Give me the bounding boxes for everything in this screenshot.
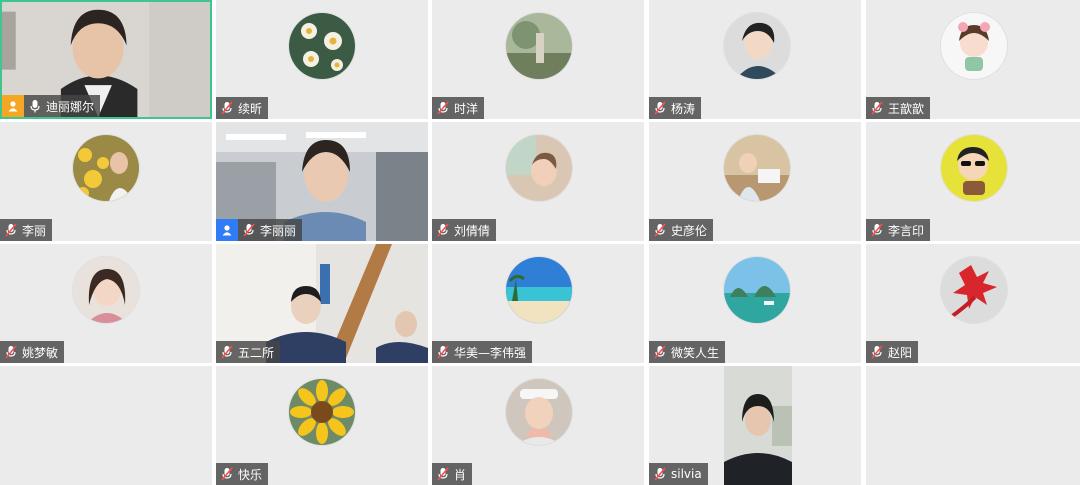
participant-tile[interactable]: 时洋 bbox=[432, 0, 644, 119]
participant-tile[interactable]: silvia bbox=[649, 366, 861, 485]
name-bar: 刘倩倩 bbox=[432, 219, 497, 241]
participant-avatar bbox=[941, 13, 1007, 79]
participant-avatar bbox=[506, 379, 572, 445]
participant-tile[interactable]: 杨涛 bbox=[649, 0, 861, 119]
participant-name: 迪丽娜尔 bbox=[46, 99, 95, 114]
participant-name: 刘倩倩 bbox=[454, 223, 491, 238]
participant-avatar bbox=[724, 257, 790, 323]
mic-muted-icon[interactable] bbox=[870, 345, 884, 359]
participant-avatar bbox=[289, 13, 355, 79]
name-bar: 王歆歆 bbox=[866, 97, 931, 119]
empty-tile bbox=[866, 366, 1080, 485]
mic-muted-icon[interactable] bbox=[436, 467, 450, 481]
name-bar: 史彦伦 bbox=[649, 219, 714, 241]
name-bar: 李言印 bbox=[866, 219, 931, 241]
participant-name: 微笑人生 bbox=[671, 345, 720, 360]
participant-avatar bbox=[289, 379, 355, 445]
name-bar: 李丽 bbox=[0, 219, 53, 241]
participant-tile[interactable]: 续昕 bbox=[216, 0, 428, 119]
mic-muted-icon[interactable] bbox=[653, 345, 667, 359]
participant-tile[interactable]: 微笑人生 bbox=[649, 244, 861, 363]
participant-name: 李丽 bbox=[22, 223, 47, 238]
mic-muted-icon[interactable] bbox=[436, 101, 450, 115]
host-badge-icon bbox=[2, 95, 24, 117]
participant-avatar bbox=[506, 135, 572, 201]
mic-muted-icon[interactable] bbox=[242, 223, 256, 237]
mic-muted-icon[interactable] bbox=[220, 345, 234, 359]
participant-tile[interactable]: 李丽丽 bbox=[216, 122, 428, 241]
participant-name: 杨涛 bbox=[671, 101, 696, 116]
participant-name: 赵阳 bbox=[888, 345, 913, 360]
mic-muted-icon[interactable] bbox=[870, 223, 884, 237]
name-bar: 微笑人生 bbox=[649, 341, 726, 363]
participant-avatar bbox=[724, 135, 790, 201]
mic-muted-icon[interactable] bbox=[653, 467, 667, 481]
participant-avatar bbox=[941, 257, 1007, 323]
participant-tile[interactable]: 快乐 bbox=[216, 366, 428, 485]
name-bar: 迪丽娜尔 bbox=[2, 95, 101, 117]
mic-on-icon[interactable] bbox=[28, 99, 42, 113]
participant-name: 李丽丽 bbox=[260, 223, 297, 238]
name-bar: 赵阳 bbox=[866, 341, 919, 363]
name-bar: 姚梦敏 bbox=[0, 341, 65, 363]
mic-muted-icon[interactable] bbox=[220, 467, 234, 481]
participant-avatar bbox=[73, 135, 139, 201]
participant-tile[interactable]: 王歆歆 bbox=[866, 0, 1080, 119]
participant-name: 快乐 bbox=[238, 467, 263, 482]
name-bar: 时洋 bbox=[432, 97, 485, 119]
participant-name: 续昕 bbox=[238, 101, 263, 116]
host-badge-icon bbox=[216, 219, 238, 241]
participant-name: 李言印 bbox=[888, 223, 925, 238]
video-grid: 迪丽娜尔 续昕 时洋 杨涛 王歆歆 李丽 李丽丽 刘倩倩 史彦伦 李言印 姚梦敏… bbox=[0, 0, 1080, 485]
participant-name: 姚梦敏 bbox=[22, 345, 59, 360]
name-bar: 快乐 bbox=[216, 463, 269, 485]
empty-tile bbox=[0, 366, 212, 485]
participant-tile[interactable]: 姚梦敏 bbox=[0, 244, 212, 363]
name-bar: 肖 bbox=[432, 463, 473, 485]
participant-tile[interactable]: 刘倩倩 bbox=[432, 122, 644, 241]
participant-name: 华美—李伟强 bbox=[454, 345, 527, 360]
participant-tile[interactable]: 李言印 bbox=[866, 122, 1080, 241]
participant-name: 五二所 bbox=[238, 345, 275, 360]
participant-tile[interactable]: 赵阳 bbox=[866, 244, 1080, 363]
participant-tile[interactable]: 史彦伦 bbox=[649, 122, 861, 241]
mic-muted-icon[interactable] bbox=[220, 101, 234, 115]
name-bar: silvia bbox=[649, 463, 708, 485]
participant-name: 史彦伦 bbox=[671, 223, 708, 238]
mic-muted-icon[interactable] bbox=[436, 345, 450, 359]
participant-name: 王歆歆 bbox=[888, 101, 925, 116]
participant-name: 肖 bbox=[454, 467, 467, 482]
participant-avatar bbox=[73, 257, 139, 323]
participant-tile[interactable]: 李丽 bbox=[0, 122, 212, 241]
participant-avatar bbox=[506, 257, 572, 323]
name-bar: 五二所 bbox=[216, 341, 281, 363]
name-bar: 李丽丽 bbox=[216, 219, 303, 241]
participant-name: 时洋 bbox=[454, 101, 479, 116]
participant-tile[interactable]: 迪丽娜尔 bbox=[0, 0, 212, 119]
participant-avatar bbox=[506, 13, 572, 79]
mic-muted-icon[interactable] bbox=[4, 223, 18, 237]
name-bar: 华美—李伟强 bbox=[432, 341, 533, 363]
participant-tile[interactable]: 华美—李伟强 bbox=[432, 244, 644, 363]
name-bar: 杨涛 bbox=[649, 97, 702, 119]
mic-muted-icon[interactable] bbox=[436, 223, 450, 237]
participant-tile[interactable]: 五二所 bbox=[216, 244, 428, 363]
participant-avatar bbox=[724, 13, 790, 79]
participant-name: silvia bbox=[671, 467, 702, 481]
mic-muted-icon[interactable] bbox=[4, 345, 18, 359]
mic-muted-icon[interactable] bbox=[870, 101, 884, 115]
participant-avatar bbox=[941, 135, 1007, 201]
name-bar: 续昕 bbox=[216, 97, 269, 119]
mic-muted-icon[interactable] bbox=[653, 223, 667, 237]
participant-video bbox=[724, 366, 792, 485]
participant-tile[interactable]: 肖 bbox=[432, 366, 644, 485]
mic-muted-icon[interactable] bbox=[653, 101, 667, 115]
